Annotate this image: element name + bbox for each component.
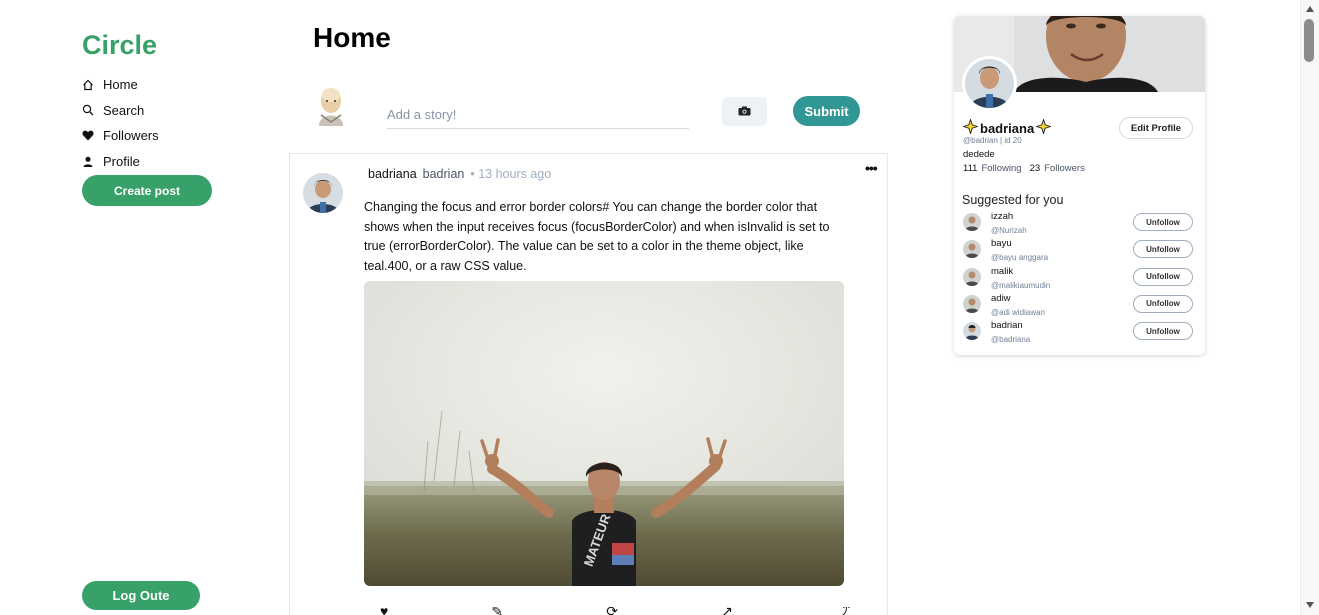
followers-count: 23 [1029,163,1041,174]
camera-icon [738,103,751,121]
list-item: izzah @Nurizah Unfollow [963,211,1195,238]
page-title: Home [313,22,391,53]
suggestion-name[interactable]: bayu [991,238,1012,249]
suggestion-handle: @Nurizah [991,226,1027,235]
search-icon [82,104,103,116]
avatar[interactable] [963,322,981,341]
post-author-name[interactable]: badriana [368,167,417,181]
create-post-button[interactable]: Create post [82,175,212,206]
story-avatar [309,82,353,126]
sparkle-icon [1035,118,1053,137]
repost-icon[interactable]: ⟳ [606,607,618,615]
like-icon[interactable]: ♥ [380,607,388,615]
camera-button[interactable] [722,97,767,126]
nav-item-home[interactable]: Home [82,72,159,98]
unfollow-button[interactable]: Unfollow [1133,213,1193,231]
home-icon [82,79,103,91]
page-scrollbar[interactable] [1300,0,1319,615]
post-image[interactable]: MATEUR [364,281,844,586]
avatar[interactable] [963,267,981,286]
post-author-handle[interactable]: badrian [423,167,465,181]
story-input[interactable] [387,101,689,129]
post-menu-button[interactable]: ••• [865,160,878,176]
nav-label-search: Search [103,102,145,118]
following-count: 111 [963,163,978,174]
unfollow-button[interactable]: Unfollow [1133,240,1193,259]
post-timestamp: • 13 hours ago [470,167,552,181]
scrollbar-thumb[interactable] [1304,19,1314,62]
submit-button[interactable]: Submit [793,96,860,126]
post-header: badriana badrian • 13 hours ago [368,167,551,181]
profile-name-text: badriana [980,120,1035,136]
unfollow-button[interactable]: Unfollow [1133,294,1193,313]
list-item: adiw @adi widiawan Unfollow [963,293,1195,320]
person-icon [82,156,103,168]
scroll-up-arrow-icon[interactable] [1306,6,1314,12]
post-text: Changing the focus and error border colo… [364,200,830,273]
nav-item-profile[interactable]: Profile [82,149,159,175]
post-card: badriana badrian • 13 hours ago ••• Chan… [289,153,888,615]
profile-handle: @badrian | id 20 [963,136,1022,145]
nav-label-followers: Followers [103,128,159,144]
logout-button[interactable]: Log Oute [82,581,200,610]
avatar[interactable] [963,294,981,313]
sidebar-nav: Home Search Followers Profile [82,72,159,174]
suggestion-name[interactable]: adiw [991,293,1011,304]
profile-card: badriana Edit Profile @badrian | id 20 d… [954,16,1205,355]
avatar[interactable] [963,240,981,259]
suggested-title: Suggested for you [962,193,1064,207]
nav-item-search[interactable]: Search [82,98,159,124]
upload-icon[interactable]: ⤴ [836,607,850,615]
suggestion-name[interactable]: izzah [991,211,1013,222]
avatar[interactable] [963,213,981,231]
profile-name: badriana [962,118,1053,137]
nav-label-profile: Profile [103,154,140,170]
list-item: bayu @bayu anggara Unfollow [963,238,1195,265]
suggestion-handle: @malikiaumudin [991,280,1051,290]
post-author-avatar[interactable] [303,173,343,213]
followers-link[interactable]: Followers [1044,163,1085,174]
edit-profile-button[interactable]: Edit Profile [1119,117,1193,139]
list-item: malik @malikiaumudin Unfollow [963,266,1195,293]
unfollow-button[interactable]: Unfollow [1133,322,1193,341]
profile-bio: dedede [963,149,995,160]
comment-icon[interactable]: ✎ [491,607,503,615]
sparkle-icon [962,118,979,137]
nav-label-home: Home [103,77,138,93]
suggestion-handle: @badriana [991,335,1031,345]
suggestion-handle: @adi widiawan [991,307,1045,317]
nav-item-followers[interactable]: Followers [82,123,159,149]
list-item: badrian @badriana Unfollow [963,320,1195,347]
profile-stats: 111 Following 23 Followers [963,163,1089,174]
profile-avatar[interactable] [962,56,1017,111]
post-actions: ♥ ✎ ⟳ ↗ ⤴ [380,607,850,615]
suggestion-name[interactable]: badrian [991,320,1023,331]
suggestion-handle: @bayu anggara [991,253,1049,263]
following-link[interactable]: Following [981,163,1021,174]
suggestion-name[interactable]: malik [991,266,1013,277]
brand-logo[interactable]: Circle [82,30,157,61]
scroll-down-arrow-icon[interactable] [1306,602,1314,608]
heart-icon [82,130,103,141]
suggested-list: izzah @Nurizah Unfollow bayu @bayu angga… [963,211,1195,347]
unfollow-button[interactable]: Unfollow [1133,267,1193,286]
share-icon[interactable]: ↗ [721,607,733,615]
